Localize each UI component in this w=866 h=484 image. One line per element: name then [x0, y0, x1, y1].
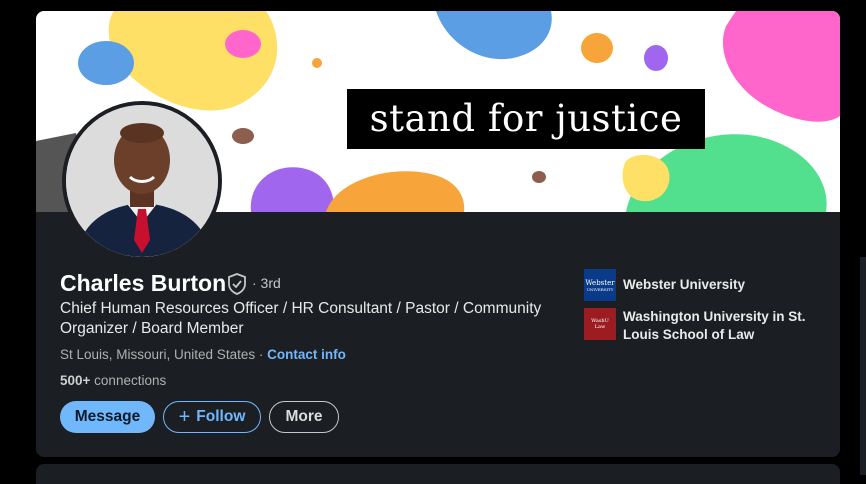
right-edge-panel — [860, 257, 866, 475]
next-section-card — [36, 464, 840, 484]
education-item-washu-law[interactable]: WashU Law Washington University in St. L… — [584, 308, 824, 344]
profile-name: Charles Burton — [60, 270, 227, 296]
education-name: Webster University — [623, 277, 746, 292]
education-item-webster[interactable]: Webster UNIVERSITY Webster University — [584, 269, 824, 301]
connections-label: connections — [90, 373, 167, 388]
connection-degree: · 3rd — [252, 275, 281, 291]
education-name: Washington University in St. Louis Schoo… — [623, 309, 806, 342]
washu-law-logo-icon: WashU Law — [584, 308, 616, 340]
follow-button[interactable]: + Follow — [163, 401, 261, 433]
webster-logo-icon: Webster UNIVERSITY — [584, 269, 616, 301]
follow-label: Follow — [196, 408, 246, 425]
webster-logo-text: Webster — [585, 278, 615, 287]
more-button[interactable]: More — [269, 401, 339, 433]
profile-headline: Chief Human Resources Officer / HR Consu… — [60, 300, 542, 337]
profile-card: stand for justice Charles Burton · 3rd C… — [36, 11, 840, 457]
connections-line[interactable]: 500+ connections — [60, 373, 166, 388]
location-separator: · — [255, 347, 268, 362]
location-line: St Louis, Missouri, United States · Cont… — [60, 347, 346, 362]
message-button[interactable]: Message — [60, 401, 155, 433]
verified-shield-icon[interactable] — [226, 272, 248, 296]
avatar-photo — [66, 105, 218, 257]
washu-logo-subtext: Law — [594, 324, 606, 330]
webster-logo-subtext: UNIVERSITY — [586, 286, 614, 292]
plus-icon: + — [178, 406, 191, 428]
banner-slogan: stand for justice — [347, 89, 705, 149]
location-text: St Louis, Missouri, United States — [60, 347, 256, 362]
profile-avatar[interactable] — [62, 101, 222, 261]
connections-count: 500+ — [60, 373, 91, 388]
contact-info-link[interactable]: Contact info — [267, 347, 346, 362]
